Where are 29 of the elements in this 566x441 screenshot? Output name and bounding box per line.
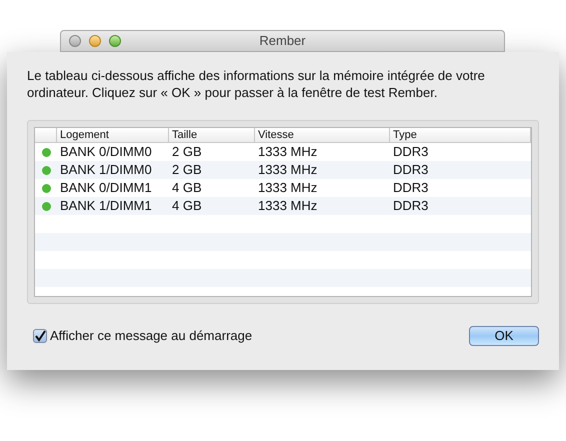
table-cell-text: BANK 0/DIMM1 — [59, 179, 153, 198]
close-icon[interactable] — [69, 35, 81, 47]
column-header[interactable]: Vitesse — [255, 128, 390, 142]
table-cell-text: DDR3 — [392, 179, 430, 198]
ok-button[interactable]: OK — [469, 326, 539, 346]
checkbox[interactable] — [33, 329, 47, 343]
zoom-icon[interactable] — [109, 35, 121, 47]
info-message: Le tableau ci-dessous affiche des informations sur la mémoire intégrée de votre ordinateur. Cliquez sur « OK » pour passer à la fenêtre de test Rember. — [27, 67, 486, 101]
table-cell-text: 1333 MHz — [257, 179, 318, 198]
table-cell-text: BANK 0/DIMM0 — [59, 143, 153, 162]
column-header[interactable]: Logement — [57, 128, 169, 142]
table-cell-text: DDR3 — [392, 143, 430, 162]
table-cell-text: 2 GB — [171, 143, 203, 162]
table-cell-text: BANK 1/DIMM0 — [59, 161, 153, 180]
column-header[interactable]: Taille — [169, 128, 255, 142]
minimize-icon[interactable] — [89, 35, 101, 47]
table-cell-text: 2 GB — [171, 161, 203, 180]
table-cell-text: DDR3 — [392, 197, 430, 216]
window-title: Rember — [259, 32, 306, 50]
table-cell-text: DDR3 — [392, 161, 430, 180]
table-cell-text: 1333 MHz — [257, 161, 318, 180]
table-cell-text: BANK 1/DIMM1 — [59, 197, 153, 216]
table-cell-text: 1333 MHz — [257, 143, 318, 162]
checkmark-icon — [34, 330, 46, 342]
checkbox-label: Afficher ce message au démarrage — [50, 327, 252, 346]
table-cell-text: 4 GB — [171, 197, 203, 216]
column-header[interactable]: Type — [390, 128, 531, 142]
table-cell-text: 1333 MHz — [257, 197, 318, 216]
table-cell-text: 4 GB — [171, 179, 203, 198]
